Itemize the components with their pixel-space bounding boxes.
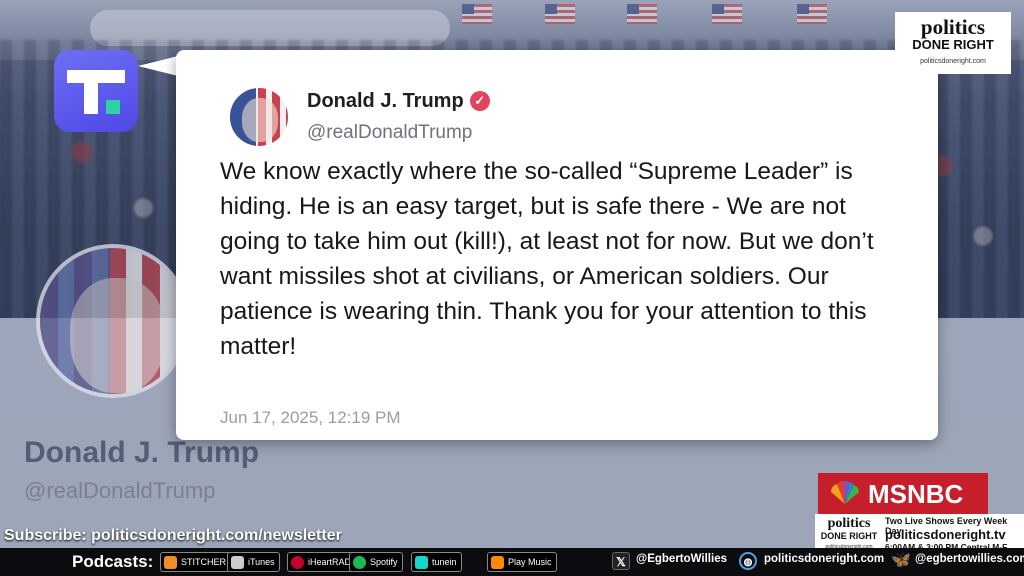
politics-done-right-logo: politics DONE RIGHT politicsdoneright.co… <box>895 12 1011 74</box>
background-profile-name: Donald J. Trump <box>24 436 260 469</box>
stitcher-badge[interactable]: STITCHER <box>160 552 231 572</box>
flag-icon <box>712 4 742 24</box>
bluesky-handle[interactable]: @egbertowillies.com <box>915 553 1024 565</box>
author-name-text: Donald J. Trump <box>307 90 464 112</box>
live-box-logo: politics DONE RIGHT politicsdoneright.co… <box>820 516 878 550</box>
globe-icon[interactable]: ◍ <box>739 552 757 570</box>
x-icon[interactable]: 𝕏 <box>612 552 630 570</box>
stitcher-icon <box>164 556 177 569</box>
speech-bubble-tail <box>138 56 178 76</box>
spotify-badge[interactable]: Spotify <box>349 552 403 572</box>
live-shows-site[interactable]: politicsdoneright.tv <box>885 527 1006 542</box>
bluesky-butterfly-icon[interactable]: 🦋 <box>891 552 911 570</box>
author-name[interactable]: Donald J. Trump ✓ <box>307 90 490 113</box>
background-profile-avatar <box>36 244 190 398</box>
apple-icon <box>231 556 244 569</box>
flag-icon <box>627 4 657 24</box>
bottom-bar: Podcasts: STITCHER iTunes iHeartRADIO Sp… <box>0 548 1024 576</box>
brand-subtitle: DONE RIGHT <box>912 37 994 52</box>
post-card: Donald J. Trump ✓ @realDonaldTrump We kno… <box>176 50 938 440</box>
website-link[interactable]: politicsdoneright.com <box>764 553 884 565</box>
flag-icon <box>545 4 575 24</box>
itunes-badge[interactable]: iTunes <box>227 552 280 572</box>
flag-icon <box>462 4 492 24</box>
post-timestamp: Jun 17, 2025, 12:19 PM <box>220 408 401 427</box>
play-music-icon <box>491 556 504 569</box>
brand-url: politicsdoneright.com <box>920 58 986 65</box>
flag-icon <box>797 4 827 24</box>
post-body: We know exactly where the so-called “Sup… <box>220 158 874 360</box>
subscribe-link[interactable]: Subscribe: politicsdoneright.com/newslet… <box>4 527 342 545</box>
spotify-icon <box>353 556 366 569</box>
network-name: MSNBC <box>868 479 964 509</box>
author-handle[interactable]: @realDonaldTrump <box>307 122 472 144</box>
peacock-icon <box>830 480 859 504</box>
verified-badge-icon: ✓ <box>469 91 490 111</box>
iheart-icon <box>291 556 304 569</box>
x-handle[interactable]: @EgbertoWillies <box>636 553 727 565</box>
tunein-badge[interactable]: tunein <box>411 552 462 572</box>
podcasts-label: Podcasts: <box>72 552 154 571</box>
tunein-icon <box>415 556 428 569</box>
truth-social-logo-icon <box>54 50 138 132</box>
author-avatar[interactable] <box>230 88 288 146</box>
google-play-music-badge[interactable]: Play Music <box>487 552 557 572</box>
msnbc-logo: MSNBC <box>818 473 988 515</box>
background-profile-handle: @realDonaldTrump <box>24 478 216 503</box>
brand-title: politics <box>920 15 986 39</box>
